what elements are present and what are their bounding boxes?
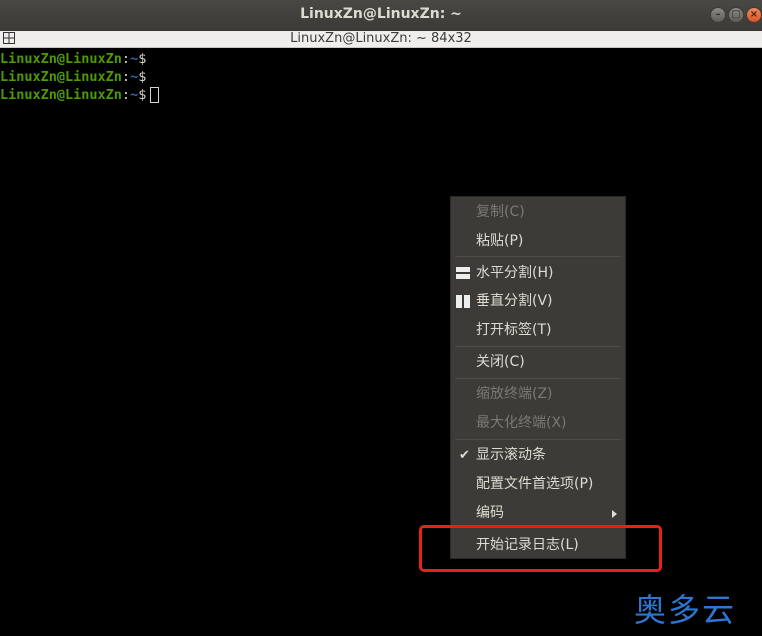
- checkmark-icon: ✔: [459, 448, 470, 463]
- maximize-button[interactable]: □: [728, 7, 744, 23]
- prompt-colon: :: [121, 69, 131, 85]
- prompt-line: LinuxZn@LinuxZn:~$: [0, 50, 146, 69]
- split-horizontal-icon: [456, 267, 470, 280]
- prompt-path: ~: [130, 51, 139, 67]
- menu-item-label: 配置文件首选项(P): [476, 476, 594, 492]
- menu-item-profile-preferences[interactable]: 配置文件首选项(P): [451, 472, 625, 497]
- menu-item-label: 关闭(C): [476, 354, 525, 370]
- menu-item-close[interactable]: 关闭(C): [451, 350, 625, 375]
- prompt-user: LinuxZn@LinuxZn: [0, 51, 122, 67]
- prompt-symbol: $: [138, 69, 147, 85]
- menu-item-encoding[interactable]: 编码: [451, 501, 625, 526]
- prompt-colon: :: [121, 51, 131, 67]
- minimize-button[interactable]: –: [710, 7, 726, 23]
- close-button[interactable]: ×: [746, 7, 762, 23]
- highlight-annotation-box: [419, 525, 662, 572]
- menu-item-split-vertical[interactable]: 垂直分割(V): [451, 289, 625, 314]
- context-menu: 复制(C) 粘贴(P) 水平分割(H) 垂直分割(V) 打开标签(T) 关闭(C…: [450, 196, 626, 559]
- title-bar: LinuxZn@LinuxZn: ~ – □ ×: [0, 0, 762, 32]
- text-cursor: [150, 87, 160, 103]
- menu-separator: [455, 346, 621, 347]
- menu-item-maximize-terminal[interactable]: 最大化终端(X): [451, 411, 625, 436]
- split-vertical-icon: [456, 295, 470, 308]
- menu-separator: [455, 378, 621, 379]
- prompt-line: LinuxZn@LinuxZn:~$: [0, 86, 160, 105]
- menu-item-label: 粘贴(P): [476, 233, 524, 249]
- menu-item-label: 最大化终端(X): [476, 415, 567, 431]
- prompt-user: LinuxZn@LinuxZn: [0, 87, 122, 103]
- prompt-colon: :: [121, 87, 131, 103]
- window-title: LinuxZn@LinuxZn: ~: [300, 6, 462, 22]
- prompt-symbol: $: [138, 87, 147, 103]
- menu-item-split-horizontal[interactable]: 水平分割(H): [451, 261, 625, 286]
- terminal-header-bar: LinuxZn@LinuxZn: ~ 84x32: [0, 31, 762, 48]
- terminal-size-title: LinuxZn@LinuxZn: ~ 84x32: [290, 31, 472, 46]
- menu-separator: [455, 256, 621, 257]
- menu-item-label: 显示滚动条: [476, 447, 546, 463]
- prompt-symbol: $: [138, 51, 147, 67]
- menu-item-zoom-terminal[interactable]: 缩放终端(Z): [451, 382, 625, 407]
- prompt-path: ~: [130, 69, 139, 85]
- menu-item-open-tab[interactable]: 打开标签(T): [451, 318, 625, 343]
- menu-item-label: 复制(C): [476, 204, 525, 220]
- prompt-line: LinuxZn@LinuxZn:~$: [0, 68, 146, 87]
- menu-item-paste[interactable]: 粘贴(P): [451, 229, 625, 254]
- menu-item-label: 缩放终端(Z): [476, 386, 553, 402]
- menu-item-copy[interactable]: 复制(C): [451, 200, 625, 225]
- menu-item-label: 水平分割(H): [476, 265, 554, 281]
- menu-item-label: 打开标签(T): [476, 322, 552, 338]
- menu-item-label: 垂直分割(V): [476, 293, 553, 309]
- submenu-arrow-icon: [612, 510, 617, 518]
- watermark: 奥多云: [634, 591, 737, 629]
- menu-separator: [455, 439, 621, 440]
- menu-item-label: 编码: [476, 505, 504, 521]
- prompt-user: LinuxZn@LinuxZn: [0, 69, 122, 85]
- menu-item-show-scrollbar[interactable]: ✔ 显示滚动条: [451, 443, 625, 468]
- prompt-path: ~: [130, 87, 139, 103]
